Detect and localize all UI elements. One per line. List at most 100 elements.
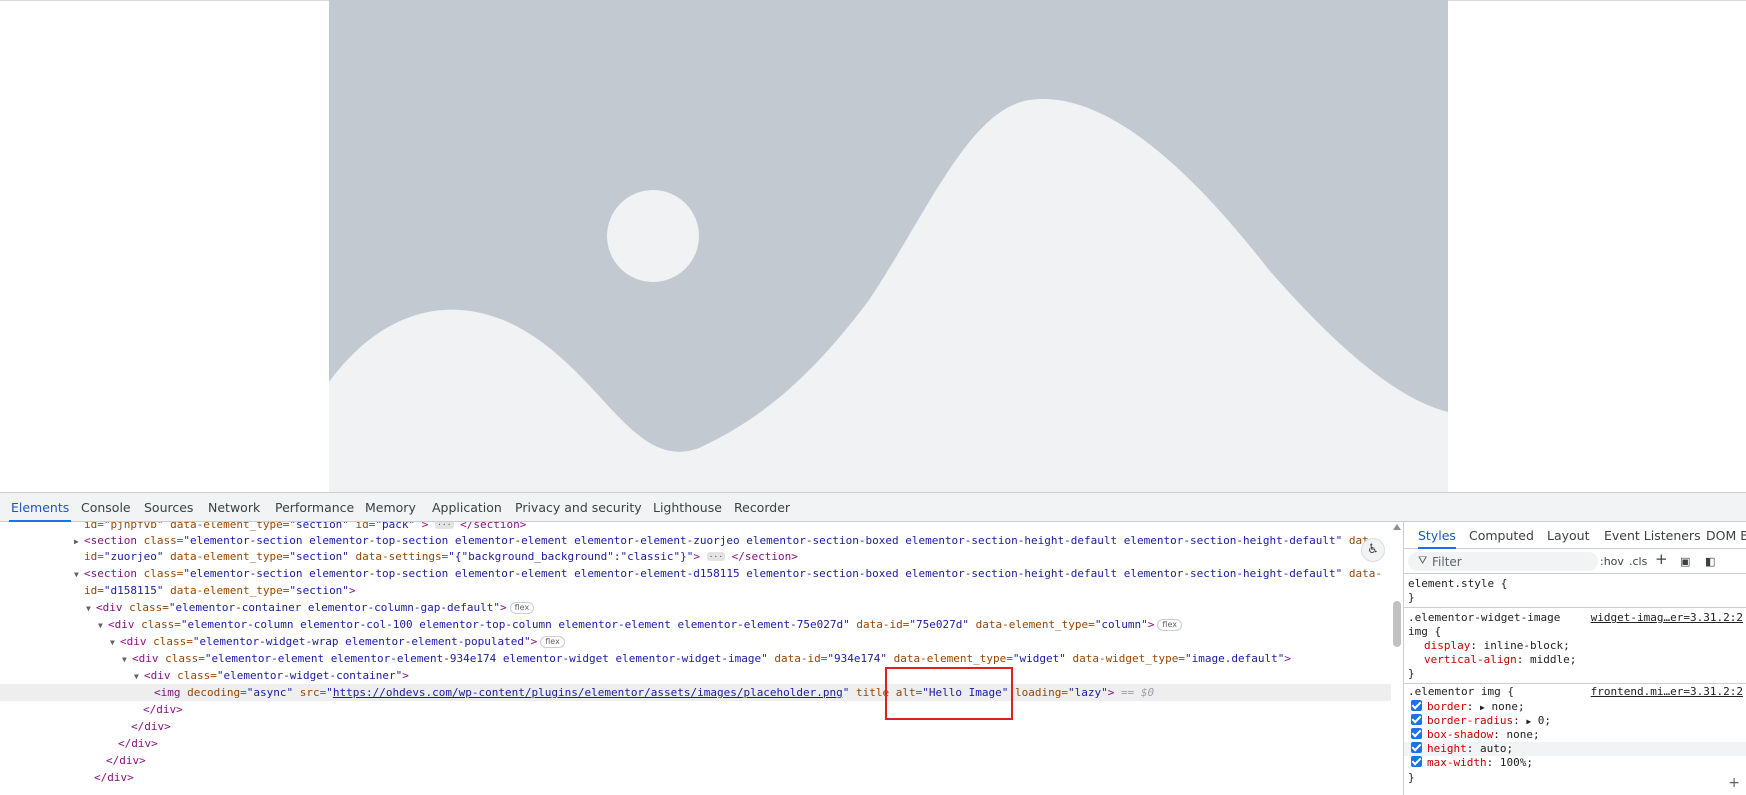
subtab-layout[interactable]: Layout [1547, 522, 1590, 549]
dom-line-section-d158115[interactable]: ▼ <section class="elementor-section eleme… [0, 565, 1391, 582]
rule-source-link[interactable]: widget-imag…er=3.31.2:2 [1591, 611, 1743, 625]
dom-line-column[interactable]: ▼ <div class="elementor-column elementor-… [0, 616, 1391, 633]
rule-widget-image-selector[interactable]: .elementor-widget-image widget-imag…er=3.… [1404, 611, 1746, 625]
filter-input[interactable] [1432, 552, 1592, 571]
attr-value: "934e174" [827, 652, 887, 665]
dom-line-close[interactable]: </div> [0, 718, 1391, 735]
dom-line-img-selected[interactable]: <img decoding="async" src="https://ohdev… [0, 684, 1391, 701]
prop-value[interactable]: 100%; [1500, 756, 1533, 769]
dom-line-close[interactable]: </div> [0, 701, 1391, 718]
filter-field[interactable]: ⛛ [1408, 552, 1598, 571]
rule-divider [1404, 607, 1746, 608]
add-property-icon[interactable]: + [1728, 775, 1740, 791]
tag-name: <div [120, 635, 147, 648]
tag-name: <div [132, 652, 159, 665]
attr-name: data-id= [849, 618, 910, 631]
tab-elements[interactable]: Elements [9, 493, 72, 522]
collapse-arrow-icon[interactable]: ▼ [134, 668, 144, 685]
flex-badge[interactable]: flex [509, 602, 535, 614]
collapse-arrow-icon[interactable]: ▼ [86, 600, 96, 617]
collapse-arrow-icon[interactable]: ▼ [122, 651, 132, 668]
collapse-arrow-icon[interactable]: ▼ [98, 617, 108, 634]
subtab-dom-breakpoints[interactable]: DOM B [1706, 522, 1746, 549]
style-prop-max-width[interactable]: max-width: 100%; [1404, 756, 1746, 770]
tab-lighthouse[interactable]: Lighthouse [651, 493, 724, 522]
dom-line-close[interactable]: </div> [0, 769, 1391, 786]
dom-line-section-zuorjeo-cont[interactable]: id="zuorjeo" data-element_type="section"… [0, 548, 1391, 565]
rule-elementor-img-selector[interactable]: .elementor img {frontend.mi…er=3.31.2:2 [1404, 685, 1746, 699]
rule-element-style[interactable]: element.style { [1404, 577, 1746, 591]
prop-checkbox[interactable] [1411, 700, 1422, 711]
prop-value[interactable]: middle; [1530, 653, 1576, 666]
style-prop-border-radius[interactable]: border-radius: ▶ 0; [1404, 714, 1746, 729]
style-prop-height[interactable]: height: auto; [1404, 742, 1746, 756]
style-prop-box-shadow[interactable]: box-shadow: none; [1404, 728, 1746, 742]
dom-line-container[interactable]: ▼ <div class="elementor-container element… [0, 599, 1391, 616]
paint-brush-icon[interactable]: ▣ [1680, 553, 1690, 570]
new-style-rule-icon[interactable]: + [1655, 551, 1668, 568]
tab-network[interactable]: Network [206, 493, 262, 522]
styles-subtabs: Styles Computed Layout Event Listeners D… [1404, 522, 1746, 549]
tab-application[interactable]: Application [430, 493, 504, 522]
elements-scrollbar[interactable] [1391, 522, 1403, 795]
subtab-event-listeners[interactable]: Event Listeners [1604, 522, 1701, 549]
collapsed-ellipsis[interactable]: ··· [435, 522, 454, 529]
collapse-arrow-icon[interactable]: ▼ [74, 566, 84, 583]
devtools-panel: Elements Console Sources Network Perform… [0, 492, 1746, 795]
collapse-arrow-icon[interactable]: ▼ [110, 634, 120, 651]
hov-toggle[interactable]: :hov [1600, 553, 1624, 570]
subtab-computed[interactable]: Computed [1469, 522, 1534, 549]
tab-sources[interactable]: Sources [142, 493, 195, 522]
tag-end: > [402, 669, 409, 682]
flex-badge[interactable]: flex [1157, 619, 1182, 631]
subtab-styles[interactable]: Styles [1418, 522, 1456, 549]
prop-value[interactable]: auto; [1480, 742, 1513, 755]
dom-line-close[interactable]: </div> [0, 735, 1391, 752]
dom-line-section-d158115-cont[interactable]: id="d158115" data-element_type="section"… [0, 582, 1391, 599]
attr-value: "zuorjeo" [103, 550, 164, 563]
accessibility-icon[interactable]: ♿ [1361, 538, 1385, 562]
dom-line-widget-container[interactable]: ▼ <div class="elementor-widget-container"… [0, 667, 1391, 684]
prop-value[interactable]: inline-block; [1484, 639, 1570, 652]
collapsed-ellipsis[interactable]: ··· [706, 552, 726, 561]
attr-value: "section" [289, 522, 349, 531]
prop-value[interactable]: none; [1491, 700, 1524, 713]
cls-toggle[interactable]: .cls [1629, 553, 1647, 570]
selected-node-marker: == $0 [1114, 686, 1155, 699]
attr-name: data-settings= [348, 550, 449, 563]
prop-checkbox[interactable] [1411, 714, 1422, 725]
attr-name: data- [1342, 567, 1383, 580]
prop-value[interactable]: 0; [1538, 714, 1551, 727]
img-src-link[interactable]: https://ohdevs.com/wp-content/plugins/el… [333, 686, 843, 699]
tab-console[interactable]: Console [79, 493, 133, 522]
rule-source-link[interactable]: frontend.mi…er=3.31.2:2 [1591, 685, 1743, 699]
tab-memory[interactable]: Memory [363, 493, 418, 522]
prop-checkbox[interactable] [1411, 728, 1422, 739]
style-prop-border[interactable]: border: ▶ none; [1404, 700, 1746, 715]
prop-name: border-radius [1427, 714, 1514, 727]
style-prop-vertical-align[interactable]: vertical-align: middle; [1404, 653, 1746, 667]
filter-icon: ⛛ [1418, 554, 1428, 567]
closing-tag: </div> [106, 754, 146, 767]
flex-badge[interactable]: flex [540, 636, 565, 648]
attr-value: "pack" [375, 522, 416, 531]
attr-value: "d158115" [103, 584, 164, 597]
attr-value: "section" [289, 550, 349, 563]
dom-line-close[interactable]: </div> [0, 752, 1391, 769]
rule-close-brace: } [1408, 667, 1415, 680]
toggle-sidebar-icon[interactable]: ◧ [1705, 553, 1715, 570]
scroll-up-icon[interactable] [1393, 524, 1401, 530]
scrollbar-thumb[interactable] [1393, 601, 1401, 647]
tab-recorder[interactable]: Recorder [732, 493, 792, 522]
prop-checkbox[interactable] [1411, 756, 1422, 767]
tab-performance[interactable]: Performance [273, 493, 356, 522]
tab-privacy-and-security[interactable]: Privacy and security [513, 493, 644, 522]
style-prop-display[interactable]: display: inline-block; [1404, 639, 1746, 653]
dom-line-widget-wrap[interactable]: ▼ <div class="elementor-widget-wrap eleme… [0, 633, 1391, 650]
prop-value[interactable]: none; [1506, 728, 1539, 741]
attr-value: "widget" [1012, 652, 1066, 665]
prop-checkbox[interactable] [1411, 742, 1422, 753]
elements-tree[interactable]: id="pjnpfvb" data-element_type="section"… [0, 522, 1391, 795]
dom-line-section-zuorjeo[interactable]: ▶ <section class="elementor-section eleme… [0, 532, 1391, 549]
dom-line-widget-image[interactable]: ▼ <div class="elementor-element elementor… [0, 650, 1391, 667]
